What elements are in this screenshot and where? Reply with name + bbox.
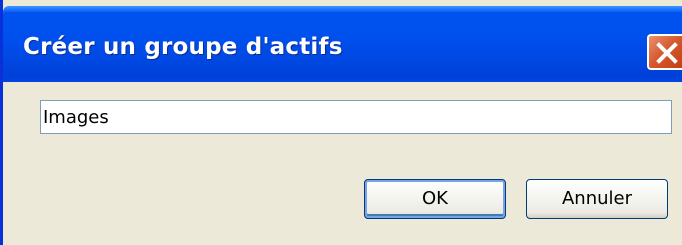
title-bar[interactable]: Créer un groupe d'actifs [3,6,682,82]
close-icon [656,42,678,64]
dialog-title: Créer un groupe d'actifs [23,34,343,60]
cancel-button[interactable]: Annuler [526,179,668,219]
ok-button[interactable]: OK [364,179,506,219]
group-name-input[interactable] [40,100,672,134]
dialog-window: Créer un groupe d'actifs OK Annuler [0,0,682,245]
close-button[interactable] [647,34,682,70]
dialog-body: OK Annuler [3,82,682,245]
